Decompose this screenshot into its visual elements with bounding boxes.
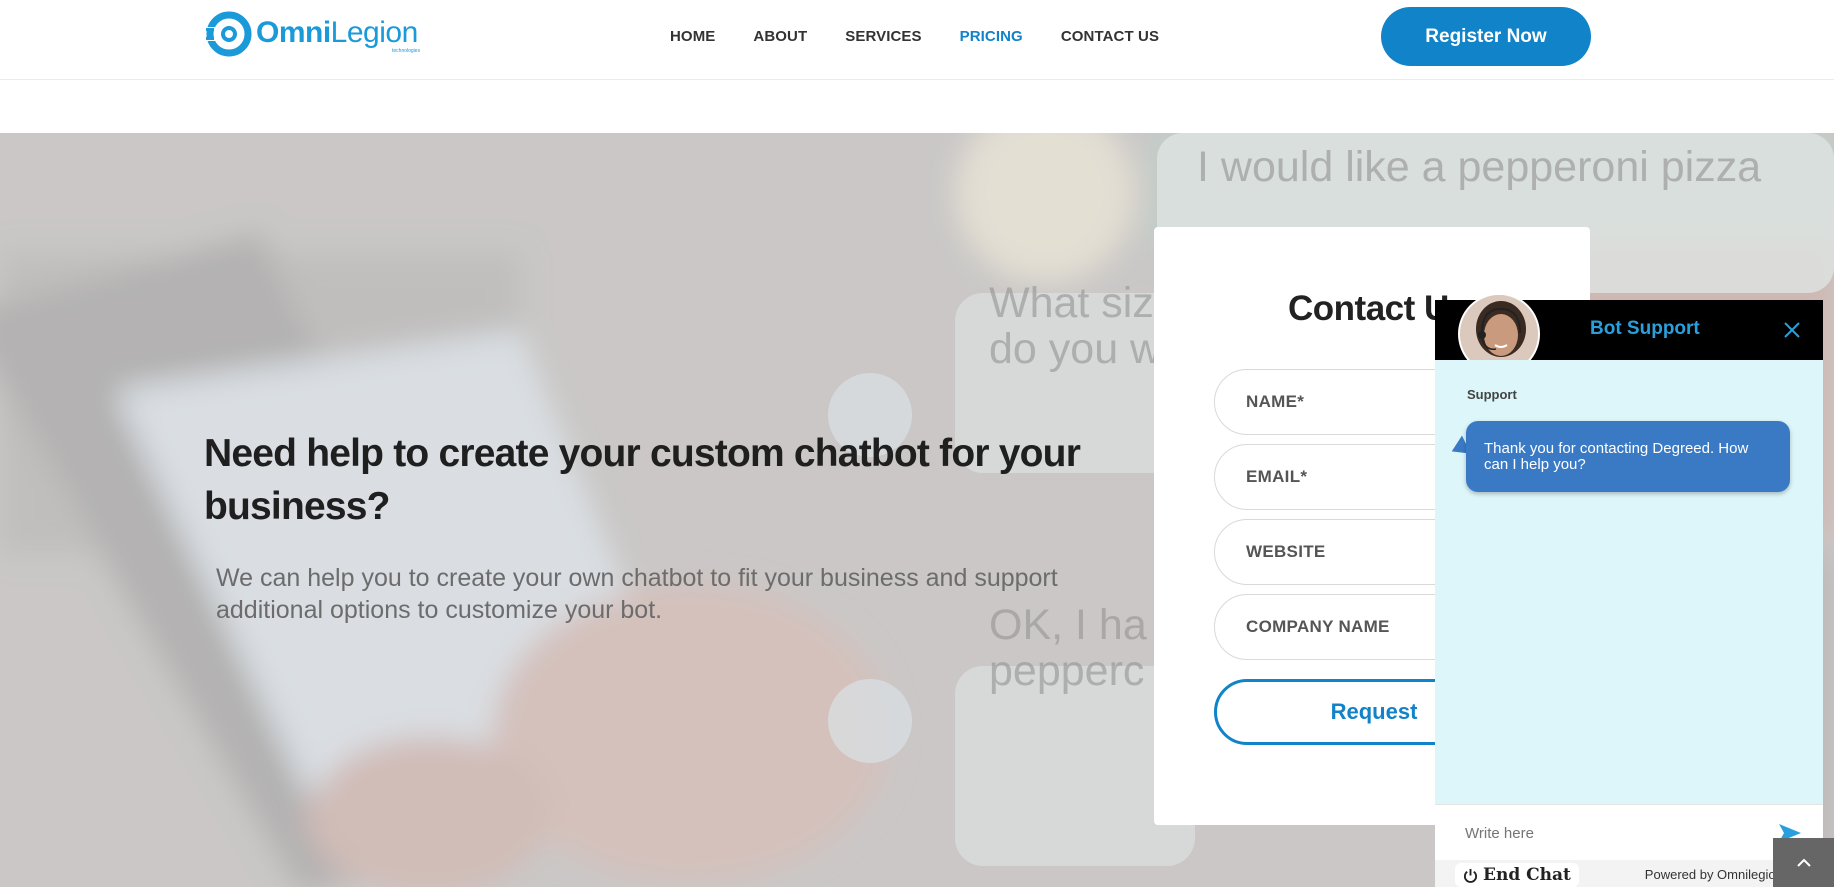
chevron-up-icon [1796,858,1811,867]
chat-footer: End Chat Powered by Omnilegion.com [1435,860,1823,887]
site-header: OmniLegion technologies HOME ABOUT SERVI… [0,0,1834,80]
contact-form-title: Contact U [1288,289,1449,328]
hero-heading: Need help to create your custom chatbot … [204,432,1081,528]
chat-message-input[interactable] [1465,821,1765,845]
logo-light: Legion [330,16,419,49]
end-chat-button[interactable]: End Chat [1455,863,1579,887]
hero-subtext: We can help you to create your own chatb… [216,564,1058,624]
logo-icon [204,11,252,57]
nav-contact-us[interactable]: CONTACT US [1061,28,1159,45]
nav-pricing[interactable]: PRICING [960,28,1023,45]
nav-about[interactable]: ABOUT [753,28,807,45]
bg-bubble-text-2: What siz [989,279,1154,327]
power-icon [1463,868,1478,883]
end-chat-label: End Chat [1483,865,1571,885]
nav-home[interactable]: HOME [670,28,715,45]
scroll-to-top-button[interactable] [1773,838,1834,887]
message-sender: Support [1467,387,1517,402]
chat-widget: Bot Support Support Thank you for contac… [1435,293,1823,887]
bg-bubble-text-1: I would like a pepperoni pizza [1197,143,1762,191]
header-spacer [0,80,1834,133]
bg-bubble-text-5: pepperc [989,647,1145,695]
logo-tagline: technologies [392,48,421,54]
omnilegion-logo[interactable]: OmniLegion technologies [204,10,420,58]
chat-input-bar [1435,804,1823,860]
register-now-button[interactable]: Register Now [1381,7,1591,66]
logo-bold: Omni [256,16,331,49]
chat-title: Bot Support [1590,318,1700,339]
bg-bubble-text-3: do you w [989,325,1162,373]
close-icon[interactable] [1781,319,1803,341]
bot-message: Thank you for contacting Degreed. How ca… [1466,421,1790,492]
logo-wordmark: OmniLegion [256,16,418,50]
main-nav: HOME ABOUT SERVICES PRICING CONTACT US [670,28,1197,45]
chat-body: Support Thank you for contacting Degreed… [1435,360,1823,804]
nav-services[interactable]: SERVICES [845,28,921,45]
